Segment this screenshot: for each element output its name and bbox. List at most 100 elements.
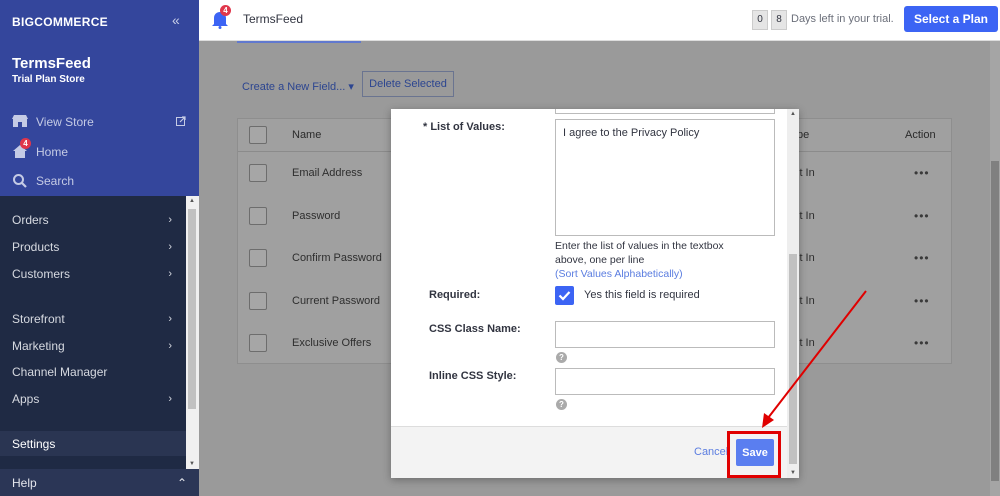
- store-title: TermsFeed: [243, 12, 304, 26]
- chevron-up-icon: ⌃: [176, 475, 187, 490]
- store-plan: Trial Plan Store: [12, 74, 85, 85]
- top-bar: 4 TermsFeed 0 8 Days left in your trial.…: [199, 0, 1000, 41]
- page-scroll-thumb[interactable]: [991, 161, 999, 481]
- nav-orders[interactable]: Orders ›: [0, 209, 186, 231]
- chevron-right-icon: ›: [168, 268, 172, 280]
- row-actions-icon[interactable]: •••: [914, 294, 930, 308]
- inline-css-style-input[interactable]: [555, 368, 775, 395]
- chevron-right-icon: ›: [168, 241, 172, 253]
- field-type: lt In: [797, 252, 815, 264]
- list-of-values-help: Enter the list of values in the textbox …: [555, 240, 724, 266]
- nav-orders-label: Orders: [12, 213, 49, 227]
- row-checkbox[interactable]: [249, 164, 267, 182]
- cancel-link[interactable]: Cancel: [694, 446, 728, 458]
- field-type: lt In: [797, 210, 815, 222]
- edit-field-modal: * List of Values: I agree to the Privacy…: [391, 109, 799, 478]
- list-of-values-label: * List of Values:: [423, 121, 505, 133]
- select-all-checkbox[interactable]: [249, 126, 267, 144]
- checkmark-icon: [558, 291, 571, 301]
- required-label: Required:: [429, 289, 481, 301]
- nav-marketing-label: Marketing: [12, 339, 65, 353]
- list-of-values-textarea[interactable]: I agree to the Privacy Policy: [555, 119, 775, 236]
- home-notification-badge: 4: [20, 138, 31, 149]
- nav-storefront[interactable]: Storefront ›: [0, 308, 186, 330]
- nav-storefront-label: Storefront: [12, 312, 65, 326]
- field-type: lt In: [797, 167, 815, 179]
- trial-digit: 8: [771, 10, 787, 30]
- sidebar-link-search[interactable]: Search: [12, 172, 74, 190]
- column-header-name: Name: [292, 129, 322, 141]
- chevron-right-icon: ›: [168, 393, 172, 405]
- sidebar-link-home[interactable]: 4 Home: [12, 138, 69, 161]
- sidebar-scroll-thumb[interactable]: [188, 209, 196, 409]
- row-actions-icon[interactable]: •••: [914, 251, 930, 265]
- row-actions-icon[interactable]: •••: [914, 336, 930, 350]
- field-name: Exclusive Offers: [292, 337, 372, 349]
- sidebar-link-view-store[interactable]: View Store: [12, 113, 94, 131]
- page-scrollbar[interactable]: [990, 41, 1000, 496]
- home-icon: 4: [12, 138, 31, 160]
- modal-scroll-thumb[interactable]: [789, 254, 797, 464]
- help-question-icon[interactable]: ?: [556, 399, 567, 410]
- row-actions-icon[interactable]: •••: [914, 166, 930, 180]
- nav-apps-label: Apps: [12, 392, 40, 406]
- chevron-right-icon: ›: [168, 313, 172, 325]
- row-checkbox[interactable]: [249, 334, 267, 352]
- nav-products[interactable]: Products ›: [0, 236, 186, 258]
- row-actions-icon[interactable]: •••: [914, 209, 930, 223]
- chevron-right-icon: ›: [168, 214, 172, 226]
- field-type: lt In: [797, 337, 815, 349]
- row-checkbox[interactable]: [249, 249, 267, 267]
- home-label: Home: [36, 145, 69, 159]
- scroll-up-icon[interactable]: ▲: [790, 111, 796, 117]
- required-checkbox[interactable]: [555, 286, 574, 305]
- search-label: Search: [36, 174, 75, 188]
- nav-channel-manager[interactable]: Channel Manager: [0, 361, 186, 383]
- nav-apps[interactable]: Apps ›: [0, 388, 186, 410]
- row-checkbox[interactable]: [249, 292, 267, 310]
- field-type: lt In: [797, 295, 815, 307]
- view-store-label: View Store: [36, 115, 94, 129]
- scroll-up-icon[interactable]: ▲: [189, 198, 195, 204]
- field-name: Password: [292, 210, 341, 222]
- help-label: Help: [12, 475, 37, 490]
- notification-bell-icon[interactable]: 4: [211, 5, 231, 29]
- sidebar-header: BIGCOMMERCE « TermsFeed Trial Plan Store…: [0, 0, 199, 196]
- field-name: Email Address: [292, 167, 363, 179]
- trial-digit: 0: [752, 10, 768, 30]
- sidebar: BIGCOMMERCE « TermsFeed Trial Plan Store…: [0, 0, 199, 496]
- field-name: Current Password: [292, 295, 381, 307]
- sort-values-link[interactable]: (Sort Values Alphabetically): [555, 268, 683, 280]
- scroll-down-icon[interactable]: ▼: [189, 461, 195, 467]
- trial-days-text: Days left in your trial.: [791, 13, 894, 25]
- nav-settings[interactable]: Settings: [0, 431, 186, 456]
- collapse-sidebar-icon[interactable]: «: [172, 12, 180, 28]
- css-class-name-input[interactable]: [555, 321, 775, 348]
- create-new-field-dropdown[interactable]: Create a New Field... ▾: [242, 80, 354, 93]
- help-question-icon[interactable]: ?: [556, 352, 567, 363]
- row-checkbox[interactable]: [249, 207, 267, 225]
- nav-customers[interactable]: Customers ›: [0, 263, 186, 285]
- nav-help[interactable]: Help ⌃: [0, 469, 199, 496]
- column-header-action: Action: [905, 129, 936, 141]
- scroll-down-icon[interactable]: ▼: [790, 470, 796, 476]
- external-link-icon[interactable]: [176, 116, 186, 126]
- previous-field-input[interactable]: [555, 109, 775, 114]
- active-tab-indicator: [237, 41, 361, 43]
- nav-products-label: Products: [12, 240, 60, 254]
- delete-selected-button[interactable]: Delete Selected: [362, 71, 454, 97]
- sidebar-scrollbar[interactable]: ▲ ▼: [186, 196, 199, 469]
- storefront-icon: [12, 114, 30, 130]
- save-highlight-box: [727, 431, 781, 478]
- inline-css-style-label: Inline CSS Style:: [429, 370, 517, 382]
- select-plan-button[interactable]: Select a Plan: [904, 6, 998, 32]
- required-checkbox-label[interactable]: Yes this field is required: [584, 289, 700, 301]
- nav-channel-manager-label: Channel Manager: [12, 365, 108, 379]
- modal-scrollbar[interactable]: ▲ ▼: [787, 109, 799, 478]
- search-icon: [12, 173, 30, 189]
- nav-settings-label: Settings: [12, 436, 56, 451]
- nav-customers-label: Customers: [12, 267, 71, 281]
- css-class-name-label: CSS Class Name:: [429, 323, 521, 335]
- nav-marketing[interactable]: Marketing ›: [0, 335, 186, 357]
- bigcommerce-logo: BIGCOMMERCE: [12, 15, 108, 29]
